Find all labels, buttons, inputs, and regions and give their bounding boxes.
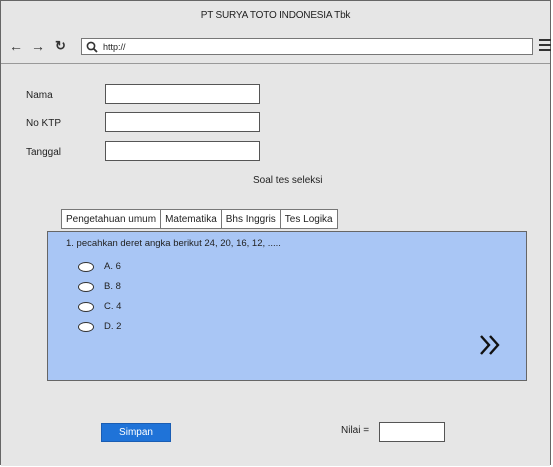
tab-tes-logika[interactable]: Tes Logika [279, 209, 338, 229]
ktp-label: No KTP [26, 118, 62, 129]
hamburger-menu-icon[interactable] [539, 39, 551, 53]
radio-button[interactable] [78, 261, 94, 272]
option-label: A. 6 [104, 261, 121, 272]
name-label: Nama [26, 90, 53, 101]
question-text: 1. pecahkan deret angka berikut 24, 20, … [66, 238, 281, 249]
url-text[interactable]: http:// [103, 42, 126, 52]
radio-button[interactable] [78, 301, 94, 312]
search-icon [86, 41, 100, 53]
option-d[interactable]: D. 2 [78, 321, 121, 332]
tab-matematika[interactable]: Matematika [160, 209, 221, 229]
date-label: Tanggal [26, 147, 62, 158]
radio-button[interactable] [78, 321, 94, 332]
date-field[interactable] [105, 141, 260, 161]
url-bar[interactable]: http:// [81, 38, 533, 55]
page-content: Nama No KTP Tanggal Soal tes seleksi Pen… [1, 64, 550, 466]
window-title: PT SURYA TOTO INDONESIA Tbk [1, 1, 550, 30]
score-label: Nilai = [341, 425, 370, 436]
section-title: Soal tes seleksi [253, 175, 323, 186]
save-button[interactable]: Simpan [101, 423, 171, 442]
option-label: C. 4 [104, 301, 122, 312]
browser-window: PT SURYA TOTO INDONESIA Tbk ← → ↻ http:/… [0, 0, 551, 466]
reload-icon[interactable]: ↻ [55, 38, 66, 54]
tab-pengetahuan-umum[interactable]: Pengetahuan umum [61, 209, 161, 229]
ktp-field[interactable] [105, 112, 260, 132]
subject-tabs: Pengetahuan umum Matematika Bhs Inggris … [61, 209, 338, 229]
option-b[interactable]: B. 8 [78, 281, 121, 292]
option-label: D. 2 [104, 321, 122, 332]
question-panel: 1. pecahkan deret angka berikut 24, 20, … [47, 231, 527, 381]
option-c[interactable]: C. 4 [78, 301, 121, 312]
arrow-right-icon[interactable]: → [31, 38, 45, 54]
double-chevron-right-icon[interactable] [478, 332, 504, 358]
score-field[interactable] [379, 422, 445, 442]
option-label: B. 8 [104, 281, 121, 292]
radio-button[interactable] [78, 281, 94, 292]
arrow-left-icon[interactable]: ← [9, 38, 23, 54]
tab-bhs-inggris[interactable]: Bhs Inggris [220, 209, 280, 229]
name-field[interactable] [105, 84, 260, 104]
browser-toolbar: ← → ↻ http:// [1, 29, 551, 64]
option-a[interactable]: A. 6 [78, 261, 121, 272]
